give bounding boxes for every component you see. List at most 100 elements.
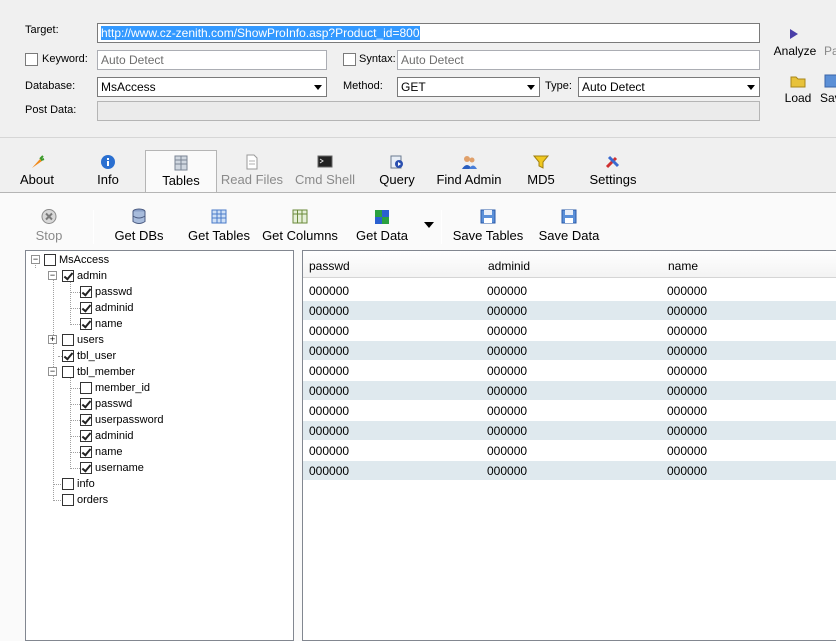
data-grid[interactable]: passwd adminid name 000000 000000 000000 00… (302, 250, 836, 641)
tree-checkbox[interactable] (80, 318, 92, 331)
table-row[interactable]: 000000 000000 000000 (303, 341, 836, 361)
tab-about[interactable]: About (12, 150, 62, 192)
tree-node-member-id[interactable]: member_id (80, 381, 150, 397)
load-button[interactable]: Load (780, 74, 816, 108)
post-data-input[interactable] (97, 101, 760, 121)
tree-checkbox[interactable] (44, 254, 56, 267)
tree-node-admin-name[interactable]: name (80, 317, 123, 333)
tab-query[interactable]: Query (373, 150, 421, 192)
tree-checkbox[interactable] (80, 430, 92, 443)
table-row[interactable]: 000000 000000 000000 (303, 321, 836, 341)
table-cell: 000000 (487, 384, 528, 398)
tab-cmd-shell[interactable]: Cmd Shell (293, 150, 357, 192)
tab-tables[interactable]: Tables (145, 150, 217, 192)
tree-checkbox[interactable] (80, 286, 92, 299)
carrot-icon (32, 155, 45, 168)
tree-node-member-passwd[interactable]: passwd (80, 397, 132, 413)
play-icon (790, 29, 798, 39)
get-tables-button[interactable]: Get Tables (186, 206, 252, 246)
collapse-icon[interactable]: − (48, 271, 57, 280)
keyword-input[interactable]: Auto Detect (97, 50, 327, 70)
tree-checkbox[interactable] (80, 414, 92, 427)
analyze-button[interactable]: Analyze (770, 26, 820, 62)
table-cell: 000000 (309, 364, 350, 378)
tree-checkbox[interactable] (80, 398, 92, 411)
tree-node-member-username[interactable]: username (80, 461, 144, 477)
tree-checkbox[interactable] (62, 350, 74, 363)
method-select[interactable]: GET (397, 77, 540, 97)
data-blocks-icon (375, 210, 389, 224)
save-tables-button[interactable]: Save Tables (452, 206, 524, 246)
tree-node-member-userpassword[interactable]: userpassword (80, 413, 163, 429)
get-data-dropdown-icon[interactable] (424, 222, 434, 228)
pause-button[interactable]: Pa (824, 44, 836, 60)
table-row[interactable]: 000000 000000 000000 (303, 401, 836, 421)
tree-checkbox[interactable] (80, 382, 92, 395)
get-columns-label: Get Columns (262, 228, 338, 243)
collapse-icon[interactable]: − (31, 255, 40, 264)
tree-node-admin[interactable]: admin (62, 269, 107, 285)
type-select[interactable]: Auto Detect (578, 77, 760, 97)
tree-checkbox[interactable] (62, 366, 74, 379)
collapse-icon[interactable]: − (48, 367, 57, 376)
tree-node-orders[interactable]: orders (62, 493, 108, 509)
stop-button[interactable]: Stop (30, 206, 68, 246)
save-button[interactable]: Sav (820, 74, 836, 108)
table-row[interactable]: 000000 000000 000000 (303, 381, 836, 401)
syntax-input[interactable]: Auto Detect (397, 50, 760, 70)
schema-tree[interactable]: − MsAccess − admin passwd adminid name +… (25, 250, 294, 641)
expand-icon[interactable]: + (48, 335, 57, 344)
save-data-button[interactable]: Save Data (538, 206, 600, 246)
keyword-checkbox[interactable] (25, 53, 38, 66)
table-cell: 000000 (487, 304, 528, 318)
pause-label: Pa (824, 44, 836, 58)
tree-node-root[interactable]: MsAccess (44, 253, 109, 269)
tools-icon (605, 155, 620, 169)
table-cell: 000000 (309, 344, 350, 358)
tree-checkbox[interactable] (80, 462, 92, 475)
column-header-adminid[interactable]: adminid (488, 259, 530, 273)
tree-node-member-adminid[interactable]: adminid (80, 429, 134, 445)
terminal-icon (317, 155, 333, 168)
target-url-input[interactable]: http://www.cz-zenith.com/ShowProInfo.asp… (97, 23, 760, 43)
tree-node-admin-passwd[interactable]: passwd (80, 285, 132, 301)
save-icon (824, 74, 836, 88)
tab-settings[interactable]: Settings (587, 150, 639, 192)
funnel-icon (532, 155, 550, 169)
tab-find-admin[interactable]: Find Admin (433, 150, 505, 192)
tree-node-admin-adminid[interactable]: adminid (80, 301, 134, 317)
syntax-checkbox[interactable] (343, 53, 356, 66)
get-data-label: Get Data (355, 228, 409, 243)
tree-checkbox[interactable] (62, 478, 74, 491)
save-label: Sav (820, 91, 836, 105)
database-icon (132, 208, 146, 224)
tab-md5-label: MD5 (527, 172, 555, 187)
tree-node-member-name[interactable]: name (80, 445, 123, 461)
get-columns-button[interactable]: Get Columns (262, 206, 338, 246)
tree-node-label: name (95, 446, 123, 458)
tree-checkbox[interactable] (80, 446, 92, 459)
table-row[interactable]: 000000 000000 000000 (303, 421, 836, 441)
tree-checkbox[interactable] (62, 494, 74, 507)
tree-checkbox[interactable] (80, 302, 92, 315)
tree-node-users[interactable]: users (62, 333, 104, 349)
tree-checkbox[interactable] (62, 270, 74, 283)
table-row[interactable]: 000000 000000 000000 (303, 361, 836, 381)
table-row[interactable]: 000000 000000 000000 (303, 301, 836, 321)
column-header-name[interactable]: name (668, 259, 698, 273)
tab-md5[interactable]: MD5 (520, 150, 562, 192)
tree-checkbox[interactable] (62, 334, 74, 347)
table-row[interactable]: 000000 000000 000000 (303, 281, 836, 301)
tree-node-tbl-user[interactable]: tbl_user (62, 349, 116, 365)
table-row[interactable]: 000000 000000 000000 (303, 461, 836, 481)
table-row[interactable]: 000000 000000 000000 (303, 441, 836, 461)
column-header-passwd[interactable]: passwd (309, 259, 350, 273)
tree-node-tbl-member[interactable]: tbl_member (62, 365, 135, 381)
database-select[interactable]: MsAccess (97, 77, 327, 97)
tab-info[interactable]: Info (82, 150, 134, 192)
tab-read-files[interactable]: Read Files (220, 150, 284, 192)
tree-node-info[interactable]: info (62, 477, 95, 493)
get-dbs-button[interactable]: Get DBs (112, 206, 166, 246)
tab-tables-label: Tables (162, 173, 200, 188)
get-data-button[interactable]: Get Data (352, 206, 412, 246)
